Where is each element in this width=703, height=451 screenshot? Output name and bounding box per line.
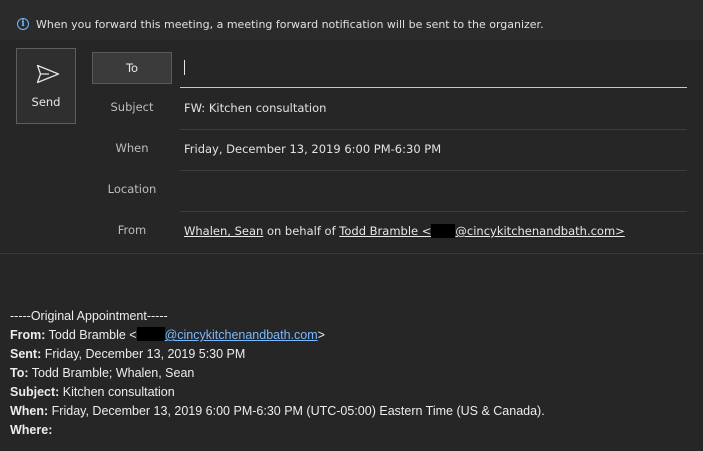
from-label: From [117, 223, 147, 237]
when-label: When [115, 141, 149, 155]
when-value[interactable]: Friday, December 13, 2019 6:00 PM-6:30 P… [184, 142, 441, 156]
body-when-value: Friday, December 13, 2019 6:00 PM-6:30 P… [51, 404, 545, 418]
location-label: Location [107, 182, 157, 196]
body-from-email-link[interactable]: @cincykitchenandbath.com [165, 328, 318, 342]
on-behalf-text: on behalf of [266, 224, 336, 238]
from-owner-domain: @cincykitchenandbath.com> [455, 224, 625, 238]
send-button[interactable]: Send [16, 48, 76, 124]
message-body[interactable]: -----Original Appointment----- From: Tod… [10, 307, 545, 440]
from-owner-name: Todd Bramble < [339, 224, 432, 238]
forward-meeting-window: i When you forward this meeting, a meeti… [0, 0, 703, 451]
body-from-line: From: Todd Bramble < @cincykitchenandbath… [10, 326, 545, 345]
body-when-label: When: [10, 404, 49, 418]
from-sender-link[interactable]: Whalen, Sean [184, 224, 263, 238]
redacted-box [431, 224, 456, 238]
body-sent-label: Sent: [10, 347, 42, 361]
body-to-label: To: [10, 366, 29, 380]
subject-label: Subject [110, 100, 154, 114]
body-sent-line: Sent: Friday, December 13, 2019 5:30 PM [10, 345, 545, 364]
divider [180, 170, 687, 171]
body-subject-label: Subject: [10, 385, 60, 399]
info-bar: i When you forward this meeting, a meeti… [0, 0, 703, 40]
from-value: Whalen, Sean on behalf of Todd Bramble <… [184, 224, 625, 238]
to-button[interactable]: To [92, 52, 172, 84]
body-sent-value: Friday, December 13, 2019 5:30 PM [44, 347, 246, 361]
info-bar-text: When you forward this meeting, a meeting… [36, 18, 544, 31]
subject-input[interactable]: FW: Kitchen consultation [184, 101, 326, 115]
divider [180, 211, 687, 212]
text-caret [184, 60, 185, 75]
body-to-value: Todd Bramble; Whalen, Sean [31, 366, 195, 380]
body-subject-value: Kitchen consultation [62, 385, 175, 399]
original-appointment-header: -----Original Appointment----- [10, 309, 168, 323]
body-subject-line: Subject: Kitchen consultation [10, 383, 545, 402]
body-to-line: To: Todd Bramble; Whalen, Sean [10, 364, 545, 383]
header-divider [0, 253, 703, 254]
to-input[interactable] [180, 52, 687, 88]
body-when-line: When: Friday, December 13, 2019 6:00 PM-… [10, 402, 545, 421]
send-icon [36, 64, 60, 84]
from-owner-link[interactable]: Todd Bramble < @cincykitchenandbath.com> [339, 224, 625, 238]
divider [180, 129, 687, 130]
info-icon: i [17, 18, 29, 30]
body-where-line: Where: [10, 421, 545, 440]
redacted-box [136, 327, 165, 341]
body-where-label: Where: [10, 423, 53, 437]
body-from-close: > [317, 328, 325, 342]
body-from-name: Todd Bramble < [48, 328, 137, 342]
send-label: Send [31, 95, 61, 109]
body-from-label: From: [10, 328, 46, 342]
